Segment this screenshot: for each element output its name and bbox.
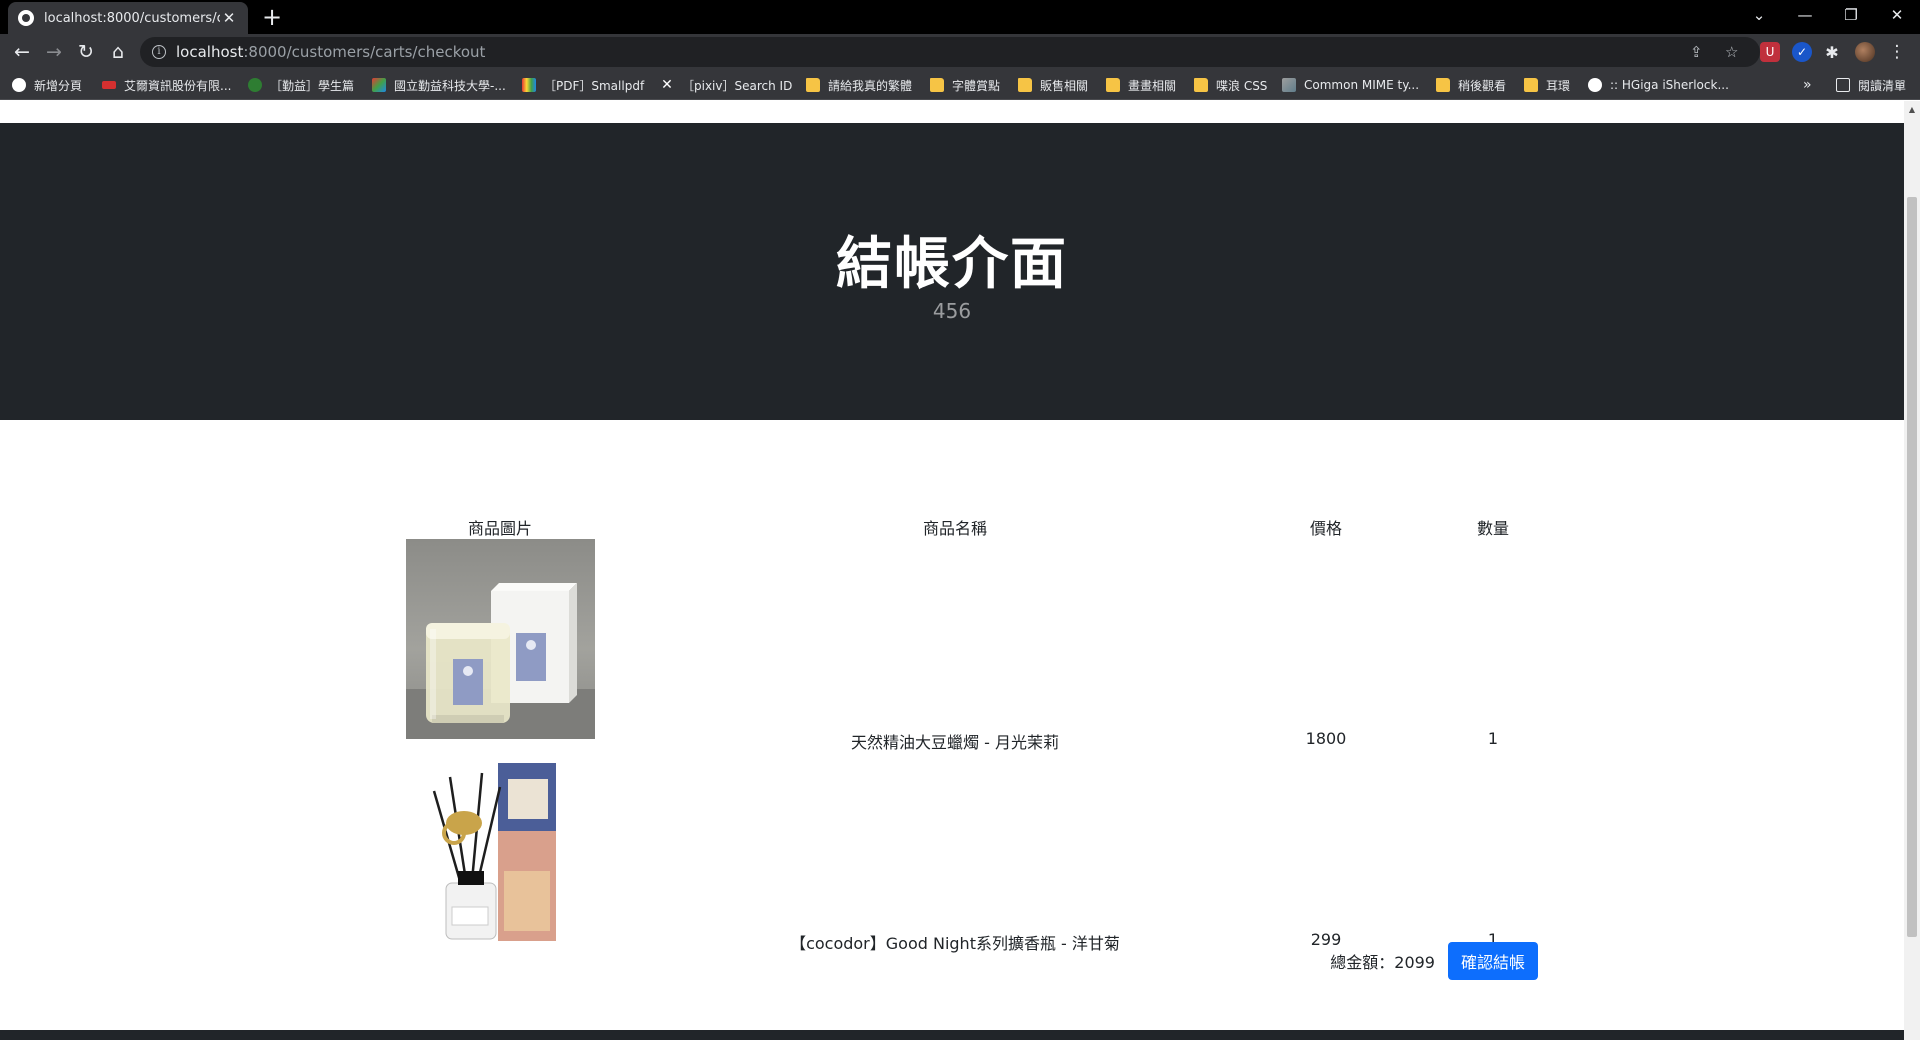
tab-search-icon[interactable]: ⌄ [1736,0,1782,30]
folder-icon [1436,78,1450,92]
folder-icon [1194,78,1208,92]
bookmark-label: ［pixiv］Search ID [682,78,793,93]
bookmark-item[interactable]: 請給我真的繁體 [806,76,912,94]
site-icon [372,78,386,92]
folder-icon [1018,78,1032,92]
product-name: 【cocodor】Good Night系列擴香瓶 - 洋甘菊 [790,934,1120,953]
bookmark-label: 喋浪 CSS [1216,78,1268,93]
reading-list-icon [1836,78,1850,92]
bookmark-item[interactable]: Common MIME ty... [1282,76,1419,94]
bookmark-label: 國立勤益科技大學-... [394,78,506,93]
globe-icon [1588,78,1602,92]
bookmark-item[interactable]: 耳環 [1524,76,1570,94]
product-quantity: 1 [1487,729,1499,748]
page-footer [0,1030,1904,1040]
site-icon [1282,78,1296,92]
bookmark-item[interactable]: 喋浪 CSS [1194,76,1267,94]
product-image-diffuser [420,761,570,946]
home-button[interactable]: ⌂ [104,40,132,64]
info-icon[interactable]: i [152,45,166,59]
product-image-candle [406,539,595,739]
browser-tab[interactable]: localhost:8000/customers/carts/checkout … [8,2,248,34]
pocket-extension-icon[interactable]: U [1760,42,1780,62]
folder-icon [930,78,944,92]
tab-title: localhost:8000/customers/carts/checkout [44,10,220,26]
browser-toolbar: ← → ↻ ⌂ i localhost :8000/customers/cart… [0,34,1920,70]
title-bar: localhost:8000/customers/carts/checkout … [0,0,1920,34]
new-tab-button[interactable]: + [258,3,286,31]
bookmark-item[interactable]: :: HGiga iSherlock... [1588,76,1729,94]
bookmarks-overflow-icon[interactable]: » [1803,76,1812,94]
site-icon [248,78,262,92]
header-image: 商品圖片 [467,519,532,538]
product-name: 天然精油大豆蠟燭 - 月光茉莉 [851,733,1059,752]
bookmark-label: 新增分頁 [34,78,83,93]
page-viewport: 結帳介面 456 商品圖片 商品名稱 價格 數量 天然精油大豆蠟燭 - 月光茉莉… [0,101,1904,1040]
header-price: 價格 [1309,519,1342,538]
restore-button[interactable]: ❐ [1828,0,1874,30]
bookmark-label: 字體賞點 [952,78,1001,93]
back-button[interactable]: ← [8,40,36,64]
total-amount: 總金額：2099 [1330,953,1435,972]
scroll-thumb[interactable] [1907,197,1917,937]
close-tab-icon[interactable]: ✕ [220,9,238,27]
bookmark-label: Common MIME ty... [1304,78,1420,92]
bookmark-label: 販售相關 [1040,78,1089,93]
folder-icon [806,78,820,92]
forward-button[interactable]: → [40,40,68,64]
nav-strip [0,101,1904,123]
bookmark-item[interactable]: 畫畫相關 [1106,76,1176,94]
bookmark-item[interactable]: ✕ ［pixiv］Search ID [660,76,792,94]
globe-icon [18,10,34,26]
minimize-button[interactable]: — [1782,0,1828,30]
address-bar[interactable]: i localhost :8000/customers/carts/checko… [140,37,1760,67]
bookmark-item[interactable]: 新增分頁 [12,76,82,94]
close-window-button[interactable]: ✕ [1874,0,1920,30]
scroll-up-icon[interactable]: ▲ [1904,101,1920,117]
bookmark-label: ［勤益］學生篇 [270,78,355,93]
bookmark-item[interactable]: 稍後觀看 [1436,76,1506,94]
share-icon[interactable]: ⇪ [1690,37,1703,67]
bookmark-label: 請給我真的繁體 [828,78,913,93]
check-extension-icon[interactable]: ✓ [1792,42,1812,62]
x-icon: ✕ [661,77,673,93]
folder-icon [1106,78,1120,92]
header-quantity: 數量 [1476,519,1509,538]
header-name: 商品名稱 [922,519,987,538]
bookmark-star-icon[interactable]: ☆ [1725,37,1738,67]
reading-list-label: 閱讀清單 [1858,78,1907,93]
page-subtitle: 456 [932,299,972,323]
folder-icon [1524,78,1538,92]
page-scrollbar[interactable]: ▲ [1904,101,1920,1040]
bookmark-item[interactable]: 艾爾資訊股份有限... [102,76,231,94]
product-price: 1800 [1305,729,1347,748]
url-host: localhost [176,43,244,61]
profile-avatar[interactable] [1855,42,1875,62]
bookmark-item[interactable]: 字體賞點 [930,76,1000,94]
bookmark-item[interactable]: ［PDF］Smallpdf [522,76,644,94]
page-title: 結帳介面 [836,232,1068,297]
globe-icon [12,78,26,92]
smallpdf-icon [522,78,536,92]
bookmark-label: ［PDF］Smallpdf [544,78,645,93]
reload-button[interactable]: ↻ [72,40,100,64]
bookmark-label: 稍後觀看 [1458,78,1507,93]
bookmark-label: 畫畫相關 [1128,78,1177,93]
bookmark-item[interactable]: 國立勤益科技大學-... [372,76,506,94]
bookmarks-bar: 新增分頁 艾爾資訊股份有限... ［勤益］學生篇 國立勤益科技大學-... ［P… [0,70,1920,100]
site-icon [102,81,116,89]
confirm-checkout-button[interactable]: 確認結帳 [1448,942,1538,980]
bookmark-label: 艾爾資訊股份有限... [124,78,232,93]
bookmark-label: 耳環 [1546,78,1571,93]
url-path: :8000/customers/carts/checkout [243,43,486,61]
extensions-puzzle-icon[interactable]: ✱ [1822,42,1842,62]
reading-list-button[interactable]: 閱讀清單 [1836,76,1906,94]
product-price: 299 [1310,930,1342,949]
page-header: 結帳介面 456 [0,123,1904,420]
browser-menu-icon[interactable]: ⋮ [1887,42,1907,62]
bookmark-label: :: HGiga iSherlock... [1610,78,1729,92]
bookmark-item[interactable]: 販售相關 [1018,76,1088,94]
bookmark-item[interactable]: ［勤益］學生篇 [248,76,354,94]
